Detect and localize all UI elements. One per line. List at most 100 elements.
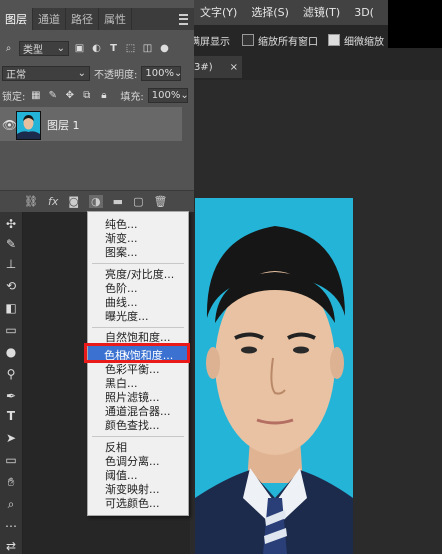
menu-item-levels[interactable]: 色阶...: [105, 282, 138, 295]
blend-mode-value: 正常: [6, 69, 26, 81]
menu-item-invert[interactable]: 反相: [105, 441, 127, 454]
filter-toggle-icon[interactable]: ●: [158, 42, 171, 55]
full-display-option[interactable]: 满屏显示: [190, 33, 230, 48]
tab-paths[interactable]: 路径: [66, 8, 99, 30]
document-tab[interactable]: 3#) ×: [190, 56, 242, 78]
scrubby-zoom-label: 细微缩放: [344, 36, 384, 48]
blend-mode-dropdown[interactable]: 正常 ⌄: [2, 65, 90, 81]
lock-image-icon[interactable]: ✎: [46, 89, 59, 102]
menu-item-curves[interactable]: 曲线...: [105, 296, 138, 309]
hand-tool-icon[interactable]: ✋︎: [3, 474, 19, 490]
document-tab-label: 3#): [194, 61, 213, 73]
swap-colors-icon[interactable]: ⇄: [3, 538, 19, 554]
visibility-eye-icon[interactable]: 👁︎: [2, 118, 17, 132]
menu-select[interactable]: 选择(S): [251, 4, 289, 20]
zoom-all-label: 缩放所有窗口: [258, 36, 318, 48]
tab-properties[interactable]: 属性: [99, 8, 132, 30]
opacity-value: 100%: [145, 67, 174, 79]
menu-item-posterize[interactable]: 色调分离...: [105, 455, 160, 468]
zoom-all-checkbox[interactable]: [242, 34, 254, 46]
portrait-photo: [195, 198, 353, 554]
dodge-tool-icon[interactable]: ⚲: [3, 366, 19, 382]
thumbnail-illustration: [17, 112, 40, 139]
opacity-label: 不透明度:: [94, 69, 138, 81]
menu-3d[interactable]: 3D(: [354, 6, 374, 19]
smart-object-filter-icon[interactable]: ◫: [141, 42, 154, 55]
trash-icon[interactable]: 🗑︎: [153, 195, 167, 208]
layer-name[interactable]: 图层 1: [47, 117, 80, 133]
menu-item-selective-color[interactable]: 可选颜色...: [105, 497, 160, 510]
brush-tool-icon[interactable]: ✎: [3, 236, 19, 252]
path-select-icon[interactable]: ➤: [3, 430, 19, 446]
lock-artboard-icon[interactable]: ⧉: [80, 89, 93, 102]
type-filter-icon[interactable]: T: [107, 42, 120, 55]
menu-separator: [92, 327, 184, 328]
menu-item-photo-filter[interactable]: 照片滤镜...: [105, 391, 160, 404]
close-icon[interactable]: ×: [230, 62, 238, 73]
new-layer-icon[interactable]: ▢: [133, 195, 143, 208]
menu-item-exposure[interactable]: 曝光度...: [105, 310, 149, 323]
fill-field[interactable]: 100% ⌄: [147, 87, 189, 103]
tab-channels[interactable]: 通道: [33, 8, 66, 30]
menu-item-gradient-map[interactable]: 渐变映射...: [105, 483, 160, 496]
chevron-down-icon: ⌄: [56, 42, 65, 54]
chevron-down-icon: ⌄: [180, 89, 189, 101]
menu-item-channel-mixer[interactable]: 通道混合器...: [105, 405, 171, 418]
zoom-tool-icon[interactable]: ⌕: [3, 496, 19, 512]
annotation-highlight-box: [84, 343, 190, 363]
fx-icon[interactable]: fx: [48, 195, 58, 208]
portrait-illustration: [195, 198, 353, 554]
add-mask-icon[interactable]: ◙: [68, 195, 79, 208]
tools-strip: ✣ ✎ ⊥ ⟲ ◧ ▭ ● ⚲ ✒ T ➤ ▭ ✋︎ ⌕ ⋯ ⇄: [0, 212, 23, 554]
blend-row: 正常 ⌄ 不透明度: 100% ⌄: [0, 62, 194, 84]
menu-item-black-white[interactable]: 黑白...: [105, 377, 138, 390]
blur-tool-icon[interactable]: ●: [3, 344, 19, 360]
menu-type[interactable]: 文字(Y): [200, 4, 237, 20]
pen-tool-icon[interactable]: ✒: [3, 388, 19, 404]
tab-layers[interactable]: 图层: [0, 8, 33, 30]
lock-all-icon[interactable]: 🔒︎: [97, 89, 110, 102]
eraser-tool-icon[interactable]: ◧: [3, 300, 19, 316]
kind-filter-value: 类型: [23, 44, 43, 56]
type-tool-icon[interactable]: T: [3, 408, 19, 424]
menu-separator: [92, 263, 184, 264]
chevron-down-icon: ⌄: [173, 67, 183, 79]
history-brush-icon[interactable]: ⟲: [3, 278, 19, 294]
filter-row: ⌕ 类型 ⌄ ▣ ◐ T ⬚ ◫ ●: [0, 37, 194, 59]
new-group-icon[interactable]: ▬: [113, 195, 123, 208]
more-tools-icon[interactable]: ⋯: [3, 518, 19, 534]
menu-item-gradient[interactable]: 渐变...: [105, 232, 138, 245]
lock-position-icon[interactable]: ✥: [63, 89, 76, 102]
panel-menu-icon[interactable]: [179, 14, 188, 25]
lock-transparent-icon[interactable]: ▦: [29, 89, 42, 102]
menu-filter[interactable]: 滤镜(T): [303, 4, 340, 20]
opacity-field[interactable]: 100% ⌄: [141, 65, 183, 81]
menu-item-color-balance[interactable]: 色彩平衡...: [105, 363, 160, 376]
options-bar: 满屏显示 缩放所有窗口 细微缩放: [190, 29, 388, 51]
lock-label: 锁定:: [2, 91, 26, 103]
link-layers-icon[interactable]: ⛓: [24, 195, 38, 208]
search-icon: ⌕: [5, 42, 12, 54]
lock-row: 锁定: ▦ ✎ ✥ ⧉ 🔒︎ 填充: 100% ⌄: [0, 84, 194, 106]
adjustment-filter-icon[interactable]: ◐: [90, 42, 103, 55]
menu-separator: [92, 436, 184, 437]
menu-item-pattern[interactable]: 图案...: [105, 246, 138, 259]
shape-filter-icon[interactable]: ⬚: [124, 42, 137, 55]
menu-item-color-lookup[interactable]: 颜色查找...: [105, 419, 160, 432]
menu-item-brightness-contrast[interactable]: 亮度/对比度...: [105, 268, 174, 281]
eyedropper-tool-icon[interactable]: ✣: [3, 216, 19, 232]
scrubby-zoom-checkbox[interactable]: [328, 34, 340, 46]
panel-tabs: 图层 通道 路径 属性: [0, 8, 194, 30]
menu-item-threshold[interactable]: 阈值...: [105, 469, 138, 482]
gradient-tool-icon[interactable]: ▭: [3, 322, 19, 338]
pixel-filter-icon[interactable]: ▣: [73, 42, 86, 55]
rectangle-tool-icon[interactable]: ▭: [3, 452, 19, 468]
stamp-tool-icon[interactable]: ⊥: [3, 256, 19, 272]
fill-label: 填充:: [120, 91, 144, 103]
chevron-down-icon: ⌄: [77, 67, 86, 79]
menu-item-solid-color[interactable]: 纯色...: [105, 218, 138, 231]
fill-value: 100%: [151, 89, 181, 101]
layer-thumbnail[interactable]: [16, 111, 41, 140]
new-adjustment-layer-icon[interactable]: ◑: [89, 195, 103, 208]
kind-filter-dropdown[interactable]: 类型 ⌄: [19, 40, 69, 56]
